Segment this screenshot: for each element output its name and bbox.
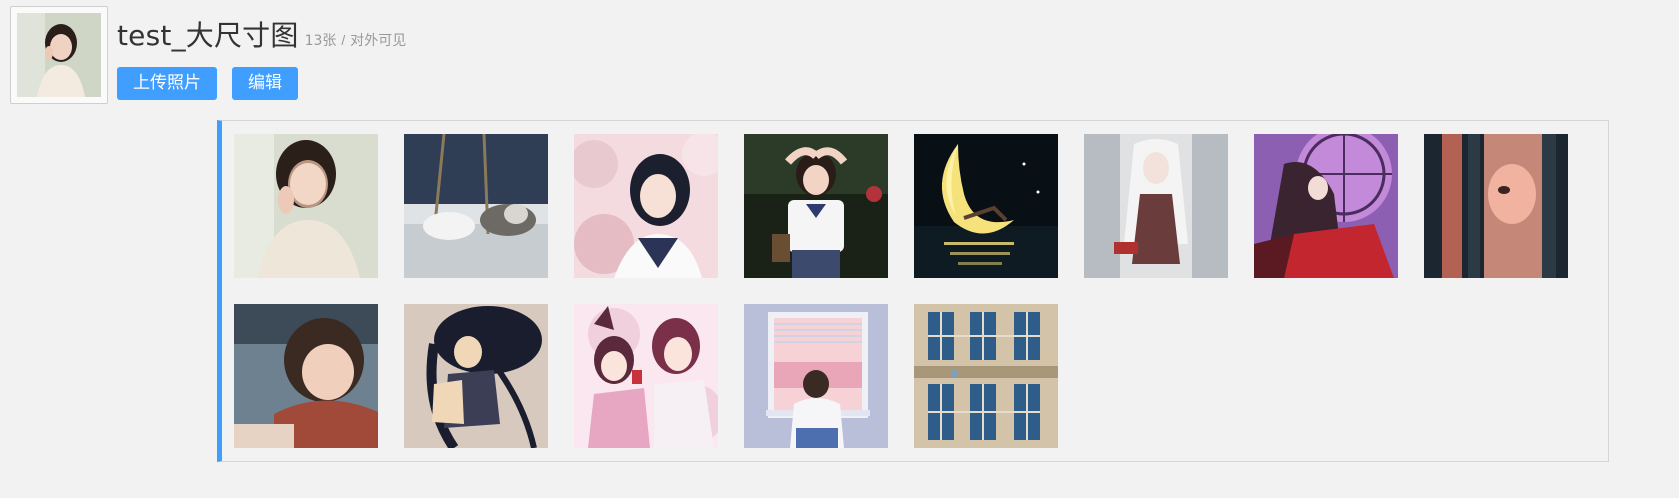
photo-thumbnail[interactable] <box>234 134 378 278</box>
meta-separator: / <box>341 32 346 48</box>
photo-image <box>574 134 718 278</box>
photo-thumbnail[interactable] <box>574 134 718 278</box>
photo-thumbnail[interactable] <box>1254 134 1398 278</box>
upload-photo-button[interactable]: 上传照片 <box>117 67 217 100</box>
visibility-status: 对外可见 <box>350 33 407 49</box>
photo-image <box>914 134 1058 278</box>
photo-thumbnail[interactable] <box>744 304 888 448</box>
photo-image <box>1424 134 1568 278</box>
photo-image <box>744 304 888 448</box>
photo-image <box>1254 134 1398 278</box>
album-cover[interactable] <box>10 6 108 104</box>
photo-image <box>744 134 888 278</box>
album-cover-image <box>17 13 101 97</box>
photo-grid <box>234 134 1568 448</box>
photo-image <box>914 304 1058 448</box>
album-header: test_大尺寸图 13张 / 对外可见 上传照片 编辑 <box>10 6 406 104</box>
photo-thumbnail[interactable] <box>1424 134 1568 278</box>
photo-image <box>1084 134 1228 278</box>
photo-image <box>404 134 548 278</box>
photo-image <box>234 304 378 448</box>
photo-panel <box>217 120 1609 462</box>
photo-image <box>574 304 718 448</box>
photo-thumbnail[interactable] <box>404 134 548 278</box>
photo-thumbnail[interactable] <box>404 304 548 448</box>
photo-thumbnail[interactable] <box>914 304 1058 448</box>
photo-thumbnail[interactable] <box>744 134 888 278</box>
photo-image <box>404 304 548 448</box>
photo-image <box>234 134 378 278</box>
photo-thumbnail[interactable] <box>234 304 378 448</box>
album-title: test_大尺寸图 <box>117 19 299 52</box>
photo-thumbnail[interactable] <box>1084 134 1228 278</box>
photo-thumbnail[interactable] <box>574 304 718 448</box>
photo-thumbnail[interactable] <box>914 134 1058 278</box>
edit-button[interactable]: 编辑 <box>232 67 298 100</box>
photo-count: 13张 <box>304 33 337 49</box>
